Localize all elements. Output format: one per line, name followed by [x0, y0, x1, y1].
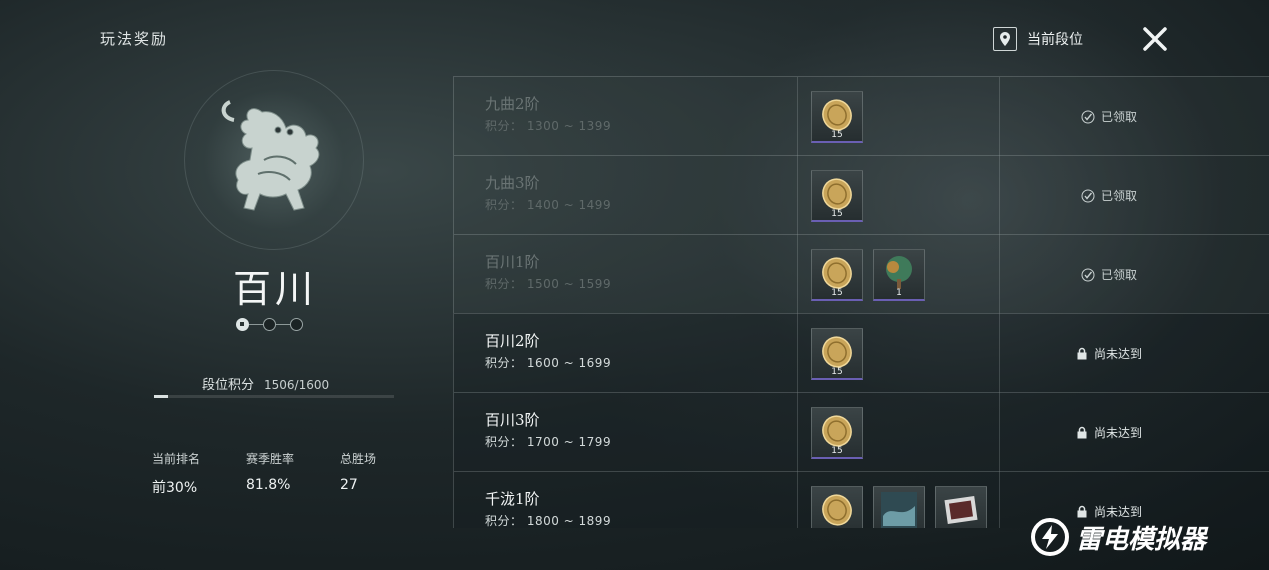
rank-emblem — [184, 70, 364, 250]
reward-count: 15 — [831, 209, 843, 219]
tier-progress-dots — [236, 318, 303, 331]
tier-score-range: 积分： 1800 ~ 1899 — [485, 514, 612, 528]
stats-panel: 当前排名 前30% 赛季胜率 81.8% 总胜场 27 — [152, 450, 434, 497]
stat-value: 前30% — [152, 480, 198, 496]
tier-name: 九曲2阶 — [485, 95, 540, 113]
reward-item[interactable] — [873, 486, 925, 528]
emblem-ring — [184, 70, 364, 250]
check-icon — [1081, 189, 1095, 202]
reward-count: 1 — [896, 288, 902, 298]
stat-label: 当前排名 — [152, 452, 201, 466]
lock-icon — [1077, 426, 1087, 439]
reward-items: 15 — [811, 407, 863, 459]
tier-dot-2 — [263, 318, 276, 331]
close-icon — [1143, 27, 1167, 51]
column-divider — [797, 472, 798, 528]
current-rank-label: 当前段位 — [1027, 32, 1083, 48]
location-pin-icon — [993, 27, 1017, 51]
wave-icon — [879, 490, 919, 529]
claim-status: 已领取 — [999, 156, 1219, 235]
rank-name: 百川 — [232, 267, 317, 311]
stat-value: 27 — [340, 477, 358, 493]
column-divider — [797, 235, 798, 314]
reward-tier-row: 九曲3阶 积分： 1400 ~ 1499 15 已领取 — [453, 155, 1269, 235]
stat-rank: 当前排名 前30% — [152, 450, 246, 497]
tier-name: 千泷1阶 — [485, 490, 540, 508]
reward-item[interactable]: 15 — [811, 170, 863, 222]
close-button[interactable] — [1140, 24, 1170, 54]
tier-link — [276, 323, 290, 326]
reward-items: 15 1 — [811, 249, 925, 301]
emulator-watermark: 雷电模拟器 — [1030, 517, 1206, 557]
reward-count: 15 — [831, 367, 843, 377]
watermark-text: 雷电模拟器 — [1076, 524, 1207, 555]
reward-item[interactable]: 15 — [811, 249, 863, 301]
tier-name: 百川1阶 — [485, 253, 540, 271]
reward-items — [811, 486, 987, 528]
column-divider — [797, 314, 798, 393]
lock-icon — [1077, 347, 1087, 360]
check-icon — [1081, 110, 1095, 123]
reward-items: 15 — [811, 91, 863, 143]
tier-name: 百川2阶 — [485, 332, 540, 350]
frame-icon — [941, 490, 981, 529]
stat-win-rate: 赛季胜率 81.8% — [246, 450, 340, 497]
tier-score-range: 积分： 1700 ~ 1799 — [485, 435, 612, 449]
tier-score-range: 积分： 1300 ~ 1399 — [485, 119, 612, 133]
reward-count: 15 — [831, 130, 843, 140]
tier-score-range: 积分： 1400 ~ 1499 — [485, 198, 612, 212]
reward-tier-row: 九曲2阶 积分： 1300 ~ 1399 15 已领取 — [453, 76, 1269, 156]
claim-status-label: 已领取 — [1100, 189, 1137, 203]
stat-total-wins: 总胜场 27 — [340, 450, 434, 497]
reward-tier-row: 百川3阶 积分： 1700 ~ 1799 15 尚未达到 — [453, 392, 1269, 472]
reward-tier-list[interactable]: 九曲2阶 积分： 1300 ~ 1399 15 已领取 九曲3阶 积分： 140… — [453, 76, 1269, 528]
tier-score-range: 积分： 1600 ~ 1699 — [485, 356, 612, 370]
score-progress-bar — [154, 395, 394, 398]
score-progress-fill — [154, 395, 169, 398]
check-icon — [1081, 268, 1095, 281]
reward-items: 15 — [811, 328, 863, 380]
claim-status-label: 尚未达到 — [1093, 426, 1142, 440]
reward-count: 15 — [831, 288, 843, 298]
score-line: 段位积分 1506/1600 — [202, 374, 329, 393]
tier-dot-1 — [236, 318, 249, 331]
reward-item[interactable]: 1 — [873, 249, 925, 301]
reward-item[interactable]: 15 — [811, 407, 863, 459]
column-divider — [797, 77, 798, 156]
coin-icon — [818, 491, 856, 529]
claim-status: 已领取 — [999, 235, 1219, 314]
current-rank-button[interactable]: 当前段位 — [993, 27, 1083, 51]
reward-items: 15 — [811, 170, 863, 222]
tier-name: 百川3阶 — [485, 411, 540, 429]
claim-status-label: 已领取 — [1100, 110, 1137, 124]
reward-item[interactable] — [935, 486, 987, 528]
claim-status-label: 已领取 — [1100, 268, 1137, 282]
page-title: 玩法奖励 — [100, 30, 169, 48]
reward-item[interactable]: 15 — [811, 328, 863, 380]
reward-tier-row: 百川1阶 积分： 1500 ~ 1599 15 1 已领取 — [453, 234, 1269, 314]
reward-item[interactable] — [811, 486, 863, 528]
claim-status: 已领取 — [999, 77, 1219, 156]
claim-status: 尚未达到 — [999, 314, 1219, 393]
claim-status-label: 尚未达到 — [1093, 347, 1142, 361]
reward-item[interactable]: 15 — [811, 91, 863, 143]
stat-label: 总胜场 — [340, 452, 377, 466]
column-divider — [797, 156, 798, 235]
score-value: 1506/1600 — [264, 378, 330, 392]
stat-label: 赛季胜率 — [246, 452, 295, 466]
thunder-logo-icon — [1031, 518, 1069, 556]
stat-value: 81.8% — [246, 477, 291, 493]
claim-status: 尚未达到 — [999, 393, 1219, 472]
tier-score-range: 积分： 1500 ~ 1599 — [485, 277, 612, 291]
tier-name: 九曲3阶 — [485, 174, 540, 192]
reward-tier-row: 百川2阶 积分： 1600 ~ 1699 15 尚未达到 — [453, 313, 1269, 393]
score-label: 段位积分 — [202, 378, 255, 393]
tier-dot-3 — [290, 318, 303, 331]
column-divider — [797, 393, 798, 472]
tier-link — [249, 323, 263, 326]
reward-count: 15 — [831, 446, 843, 456]
